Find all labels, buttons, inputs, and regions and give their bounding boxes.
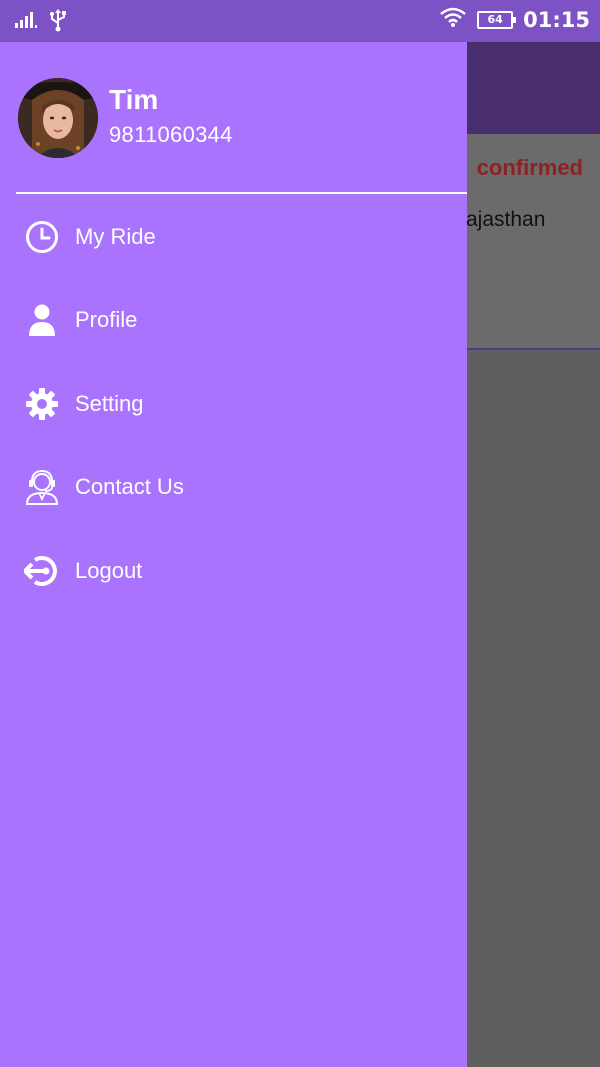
header-divider: [16, 192, 467, 194]
menu-item-label: My Ride: [75, 223, 156, 249]
logout-icon: [24, 553, 60, 589]
drawer-menu: My Ride Profile Setting Contact Us Logou…: [0, 195, 467, 613]
status-bar-right: 64 01:15: [439, 6, 590, 33]
menu-item-logout[interactable]: Logout: [0, 529, 467, 613]
menu-item-label: Logout: [75, 557, 143, 583]
status-bar-left: [14, 8, 68, 37]
support-agent-icon: [24, 469, 60, 506]
drawer-header: Tim 9811060344: [0, 42, 467, 194]
clock-icon: [24, 219, 60, 255]
usb-icon: [48, 8, 68, 37]
gear-icon: [24, 386, 60, 422]
user-name: Tim: [109, 84, 159, 115]
wifi-icon: [439, 6, 467, 33]
battery-indicator: 64: [477, 10, 517, 29]
ride-address-text: ajasthan: [466, 208, 546, 231]
signal-icon: [14, 11, 40, 34]
menu-item-contact-us[interactable]: Contact Us: [0, 446, 467, 530]
menu-item-my-ride[interactable]: My Ride: [0, 195, 467, 279]
status-time: 01:15: [523, 7, 590, 32]
user-phone: 9811060344: [109, 122, 233, 147]
menu-item-label: Setting: [75, 390, 144, 416]
person-icon: [24, 302, 60, 338]
menu-item-profile[interactable]: Profile: [0, 279, 467, 363]
menu-item-label: Contact Us: [75, 474, 184, 500]
ride-status-text: confirmed: [476, 155, 583, 180]
avatar[interactable]: [18, 78, 98, 158]
menu-item-setting[interactable]: Setting: [0, 362, 467, 446]
status-bar: 64 01:15: [0, 0, 600, 42]
navigation-drawer: Tim 9811060344 My Ride Profile Setting C…: [0, 42, 467, 1067]
menu-item-label: Profile: [75, 307, 138, 333]
